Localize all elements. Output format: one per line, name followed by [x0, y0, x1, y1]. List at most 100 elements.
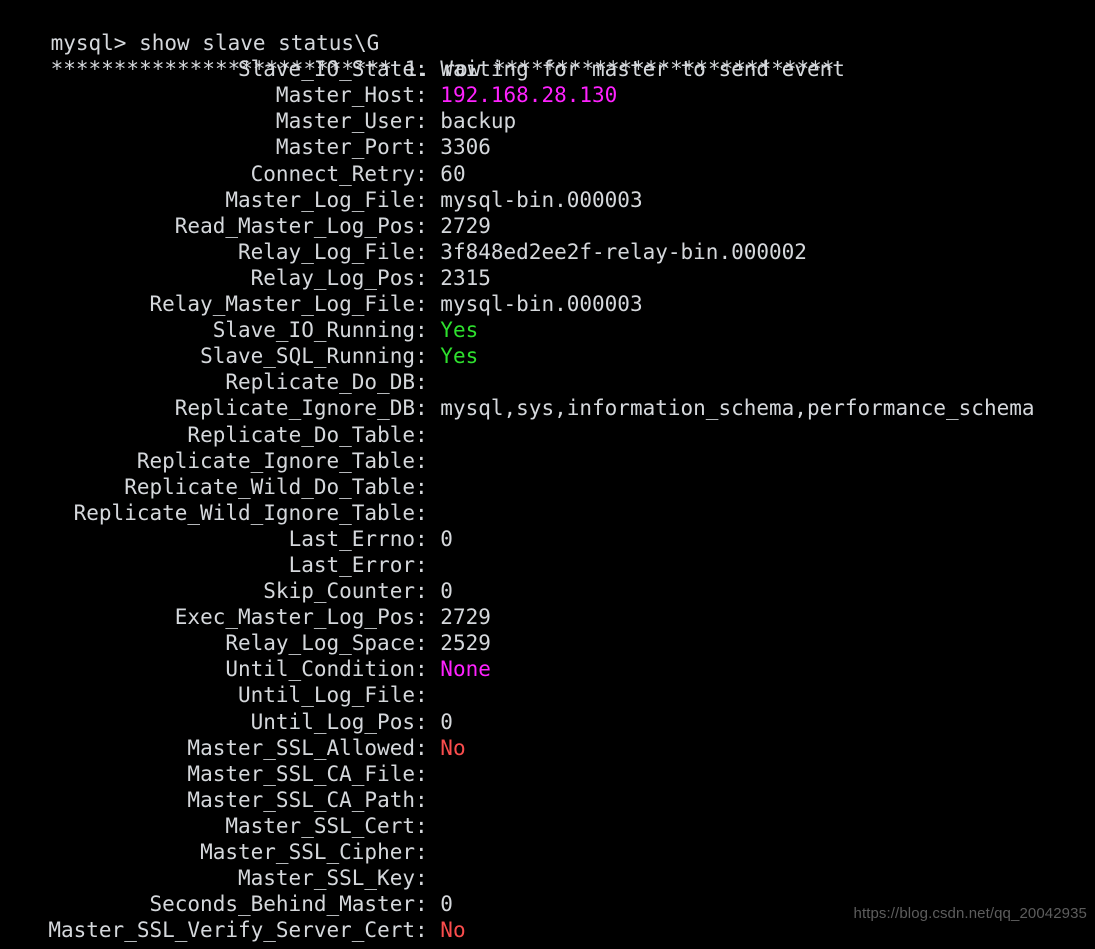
status-row-value: 2315	[440, 265, 491, 290]
status-row-label: Master_SSL_Cert	[225, 813, 415, 838]
slave-status-field-list: Slave_IO_State: Waiting for master to se…	[0, 56, 1095, 943]
status-row: Until_Condition: None	[0, 656, 1095, 682]
status-row-label: Master_SSL_Cipher	[200, 840, 415, 864]
status-row-label: Exec_Master_Log_Pos	[174, 605, 415, 630]
status-row-separator: :	[415, 735, 441, 760]
status-row-separator: :	[415, 631, 441, 656]
status-row: Last_Error:	[0, 552, 1095, 578]
status-row-separator: :	[415, 500, 441, 525]
status-row-label: Until_Condition	[225, 657, 415, 682]
status-row: Slave_IO_Running: Yes	[0, 317, 1095, 343]
status-row: Slave_IO_State: Waiting for master to se…	[0, 56, 1095, 82]
status-row-value: 2529	[440, 631, 491, 656]
status-row-value: Yes	[440, 344, 479, 369]
status-row: Replicate_Do_Table:	[0, 422, 1095, 448]
status-row: Master_SSL_Key:	[0, 865, 1095, 891]
status-row: Read_Master_Log_Pos: 2729	[0, 213, 1095, 239]
status-row-separator: :	[415, 579, 441, 604]
status-row-separator: :	[415, 813, 441, 838]
status-row-separator: :	[415, 109, 441, 134]
status-row-label: Master_SSL_CA_File	[187, 761, 415, 786]
status-row-separator: :	[415, 709, 441, 734]
status-row: Master_Host: 192.168.28.130	[0, 82, 1095, 108]
status-row-label: Replicate_Do_Table	[187, 422, 415, 447]
status-row-label: Master_Port	[275, 135, 415, 160]
status-row-label: Relay_Log_File	[237, 239, 415, 264]
status-row-separator: :	[415, 265, 441, 290]
status-row-label: Master_SSL_Key	[237, 866, 415, 891]
status-row-separator: :	[415, 239, 441, 264]
status-row-value: Waiting for master to send event	[440, 57, 845, 82]
status-row-value: 0	[440, 526, 453, 551]
status-row-separator: :	[415, 787, 441, 812]
terminal-prompt-line: mysql> show slave status\G	[0, 4, 1095, 55]
status-row-separator: :	[415, 761, 441, 786]
status-row-label: Replicate_Ignore_Table	[136, 448, 415, 473]
status-row-label: Until_Log_Pos	[250, 709, 415, 734]
status-row-separator: :	[415, 552, 441, 577]
status-row: Master_Port: 3306	[0, 134, 1095, 160]
status-row-value: No	[440, 918, 466, 943]
status-row-separator: :	[415, 422, 441, 447]
status-row-label: Last_Error	[288, 552, 415, 577]
status-row-separator: :	[415, 526, 441, 551]
status-row: Slave_SQL_Running: Yes	[0, 343, 1095, 369]
status-row-label: Replicate_Do_DB	[225, 370, 415, 395]
status-row-label: Master_User	[275, 109, 415, 134]
status-row: Relay_Log_Space: 2529	[0, 630, 1095, 656]
status-row-label: Master_Host	[275, 83, 415, 108]
status-row-separator: :	[415, 318, 441, 343]
status-row: Master_SSL_Cipher:	[0, 839, 1095, 865]
status-row-value: None	[440, 657, 491, 682]
status-row-value: 192.168.28.130	[440, 83, 618, 108]
status-row-separator: :	[415, 448, 441, 473]
status-row-separator: :	[415, 840, 441, 864]
status-row-value: 2729	[440, 605, 491, 630]
status-row: Seconds_Behind_Master: 0	[0, 891, 1095, 917]
status-row-label: Until_Log_File	[237, 683, 415, 708]
status-row-label: Master_SSL_Verify_Server_Cert	[48, 918, 415, 943]
status-row-separator: :	[415, 892, 441, 917]
status-row: Connect_Retry: 60	[0, 161, 1095, 187]
status-row: Exec_Master_Log_Pos: 2729	[0, 604, 1095, 630]
status-row-value: 0	[440, 892, 453, 917]
status-row: Master_SSL_CA_Path:	[0, 787, 1095, 813]
status-row-label: Slave_IO_State	[237, 57, 415, 82]
status-row-separator: :	[415, 135, 441, 160]
status-row-value: mysql-bin.000003	[440, 292, 643, 317]
status-row-label: Seconds_Behind_Master	[149, 892, 415, 917]
status-row-separator: :	[415, 657, 441, 682]
terminal-window[interactable]: mysql> show slave status\G *************…	[0, 0, 1095, 949]
status-row-value: 0	[440, 709, 453, 734]
status-row-label: Relay_Log_Space	[225, 631, 415, 656]
status-row-value: backup	[440, 109, 517, 134]
status-row-value: 3f848ed2ee2f-relay-bin.000002	[440, 239, 807, 264]
status-row: Replicate_Wild_Ignore_Table:	[0, 500, 1095, 526]
status-row-label: Last_Errno	[288, 526, 415, 551]
status-row-separator: :	[415, 683, 441, 708]
status-row-value: 60	[440, 161, 466, 186]
status-row-label: Read_Master_Log_Pos	[174, 213, 415, 238]
status-row-separator: :	[415, 161, 441, 186]
status-row-separator: :	[415, 344, 441, 369]
status-row-value: 3306	[440, 135, 491, 160]
status-row-value: mysql-bin.000003	[440, 187, 643, 212]
status-row: Relay_Master_Log_File: mysql-bin.000003	[0, 291, 1095, 317]
status-row-label: Replicate_Wild_Ignore_Table	[73, 500, 415, 525]
status-row-label: Master_SSL_CA_Path	[187, 787, 415, 812]
status-row-separator: :	[415, 396, 441, 421]
status-row-label: Master_SSL_Allowed	[187, 735, 415, 760]
status-row-label: Skip_Counter	[263, 579, 415, 604]
status-row: Replicate_Do_DB:	[0, 369, 1095, 395]
status-row-label: Relay_Master_Log_File	[149, 292, 415, 317]
status-row: Master_SSL_Allowed: No	[0, 735, 1095, 761]
status-row-value: 2729	[440, 213, 491, 238]
status-row-label: Connect_Retry	[250, 161, 415, 186]
status-row-separator: :	[415, 866, 441, 891]
status-row: Master_SSL_Verify_Server_Cert: No	[0, 917, 1095, 943]
status-row-separator: :	[415, 83, 441, 108]
status-row-label: Replicate_Ignore_DB	[174, 396, 415, 421]
status-row-separator: :	[415, 292, 441, 317]
status-row: Replicate_Ignore_Table:	[0, 448, 1095, 474]
status-row-value: 0	[440, 579, 453, 604]
